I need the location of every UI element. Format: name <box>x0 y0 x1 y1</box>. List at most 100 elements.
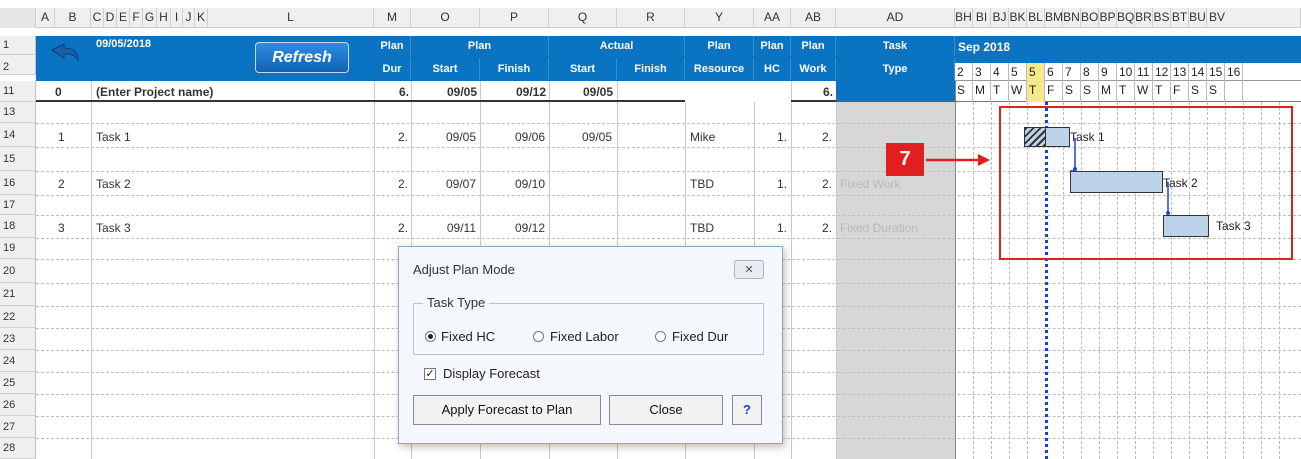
row-header-26[interactable]: 26 <box>0 394 36 416</box>
task-3-name[interactable]: Task 3 <box>96 221 131 235</box>
task-3-work[interactable]: 2. <box>791 221 832 235</box>
row-header-20[interactable]: 20 <box>0 259 36 283</box>
task-2-id[interactable]: 2 <box>58 177 65 191</box>
fixed-labor-radio[interactable] <box>533 331 544 342</box>
col-header-D[interactable]: D <box>104 8 117 28</box>
row-header-28[interactable]: 28 <box>0 438 36 459</box>
task-2-type[interactable]: Fixed Work <box>840 177 900 191</box>
task-3-type[interactable]: Fixed Duration <box>840 221 918 235</box>
row-header-24[interactable]: 24 <box>0 350 36 372</box>
col-header-BS[interactable]: BS <box>1153 8 1171 28</box>
task-2-dur[interactable]: 2. <box>374 177 408 191</box>
task-1-actual-start[interactable]: 09/05 <box>549 130 612 144</box>
task-3-dur[interactable]: 2. <box>374 221 408 235</box>
task-2-work[interactable]: 2. <box>791 177 832 191</box>
help-button[interactable]: ? <box>732 395 762 425</box>
col-header-AA[interactable]: AA <box>754 8 791 28</box>
col-header-O[interactable]: O <box>411 8 480 28</box>
row-header-23[interactable]: 23 <box>0 328 36 350</box>
task-2-hc[interactable]: 1. <box>754 177 787 191</box>
fixed-hc-label[interactable]: Fixed HC <box>441 329 495 344</box>
summary-actual-start[interactable]: 09/05 <box>549 85 613 99</box>
col-header-G[interactable]: G <box>143 8 157 28</box>
row-header-16[interactable]: 16 <box>0 171 36 195</box>
summary-start[interactable]: 09/05 <box>411 85 477 99</box>
col-header-A[interactable]: A <box>36 8 55 28</box>
summary-work[interactable]: 6. <box>791 85 833 99</box>
undo-arrow-icon[interactable] <box>44 40 84 72</box>
task-2-start[interactable]: 09/07 <box>411 177 476 191</box>
col-header-BU[interactable]: BU <box>1189 8 1207 28</box>
col-header-BT[interactable]: BT <box>1171 8 1189 28</box>
col-header-L[interactable]: L <box>208 8 374 28</box>
dialog-close-icon[interactable]: ✕ <box>734 260 764 279</box>
col-header-BR[interactable]: BR <box>1135 8 1153 28</box>
task-1-name[interactable]: Task 1 <box>96 130 131 144</box>
row-header-13[interactable]: 13 <box>0 102 36 123</box>
row-header-18[interactable]: 18 <box>0 215 36 238</box>
select-all-corner[interactable] <box>0 8 36 28</box>
row-header-15[interactable]: 15 <box>0 147 36 171</box>
col-header-BL[interactable]: BL <box>1027 8 1045 28</box>
task-1-resource[interactable]: Mike <box>690 130 715 144</box>
col-header-AB[interactable]: AB <box>791 8 836 28</box>
task-3-start[interactable]: 09/11 <box>411 221 476 235</box>
task-3-resource[interactable]: TBD <box>690 221 714 235</box>
row-header-21[interactable]: 21 <box>0 283 36 306</box>
summary-finish[interactable]: 09/12 <box>480 85 546 99</box>
summary-name[interactable]: (Enter Project name) <box>96 85 213 99</box>
row-header-25[interactable]: 25 <box>0 372 36 394</box>
col-header-E[interactable]: E <box>117 8 130 28</box>
refresh-button[interactable]: Refresh <box>255 42 349 73</box>
col-header-BN[interactable]: BN <box>1063 8 1081 28</box>
col-header-Q[interactable]: Q <box>549 8 617 28</box>
task-2-name[interactable]: Task 2 <box>96 177 131 191</box>
task-1-hc[interactable]: 1. <box>754 130 787 144</box>
row-header-11[interactable]: 11 <box>0 81 36 102</box>
row-header-1[interactable]: 1 <box>0 36 36 55</box>
fixed-dur-label[interactable]: Fixed Dur <box>672 329 728 344</box>
row-header-17[interactable]: 17 <box>0 195 36 215</box>
col-header-BV[interactable]: BV <box>1207 8 1301 28</box>
fixed-dur-radio[interactable] <box>655 331 666 342</box>
task-1-dur[interactable]: 2. <box>374 130 408 144</box>
col-header-P[interactable]: P <box>480 8 549 28</box>
col-header-I[interactable]: I <box>171 8 183 28</box>
col-header-BP[interactable]: BP <box>1099 8 1117 28</box>
summary-dur[interactable]: 6. <box>374 85 409 99</box>
col-header-C[interactable]: C <box>91 8 104 28</box>
col-header-BJ[interactable]: BJ <box>991 8 1009 28</box>
task-2-resource[interactable]: TBD <box>690 177 714 191</box>
col-header-BQ[interactable]: BQ <box>1117 8 1135 28</box>
summary-id[interactable]: 0 <box>55 85 62 99</box>
col-header-BK[interactable]: BK <box>1009 8 1027 28</box>
col-header-K[interactable]: K <box>195 8 208 28</box>
task-2-finish[interactable]: 09/10 <box>480 177 545 191</box>
col-header-H[interactable]: H <box>157 8 171 28</box>
row-header-27[interactable]: 27 <box>0 416 36 438</box>
fixed-labor-label[interactable]: Fixed Labor <box>550 329 619 344</box>
close-button[interactable]: Close <box>609 395 723 425</box>
task-1-start[interactable]: 09/05 <box>411 130 476 144</box>
col-header-AD[interactable]: AD <box>836 8 955 28</box>
display-forecast-label[interactable]: Display Forecast <box>443 366 540 381</box>
row-header-2[interactable]: 2 <box>0 55 36 75</box>
task-3-id[interactable]: 3 <box>58 221 65 235</box>
col-header-J[interactable]: J <box>183 8 195 28</box>
col-header-BH[interactable]: BH <box>955 8 973 28</box>
task-1-finish[interactable]: 09/06 <box>480 130 545 144</box>
display-forecast-checkbox[interactable]: ✓ <box>424 368 436 380</box>
task-3-hc[interactable]: 1. <box>754 221 787 235</box>
task-1-work[interactable]: 2. <box>791 130 832 144</box>
col-header-BI[interactable]: BI <box>973 8 991 28</box>
fixed-hc-radio[interactable] <box>425 331 436 342</box>
apply-forecast-button[interactable]: Apply Forecast to Plan <box>413 395 601 425</box>
task-3-finish[interactable]: 09/12 <box>480 221 545 235</box>
col-header-BM[interactable]: BM <box>1045 8 1063 28</box>
row-header-19[interactable]: 19 <box>0 238 36 259</box>
row-header-14[interactable]: 14 <box>0 123 36 147</box>
task-1-id[interactable]: 1 <box>58 130 65 144</box>
col-header-M[interactable]: M <box>374 8 411 28</box>
col-header-B[interactable]: B <box>55 8 91 28</box>
col-header-F[interactable]: F <box>130 8 143 28</box>
